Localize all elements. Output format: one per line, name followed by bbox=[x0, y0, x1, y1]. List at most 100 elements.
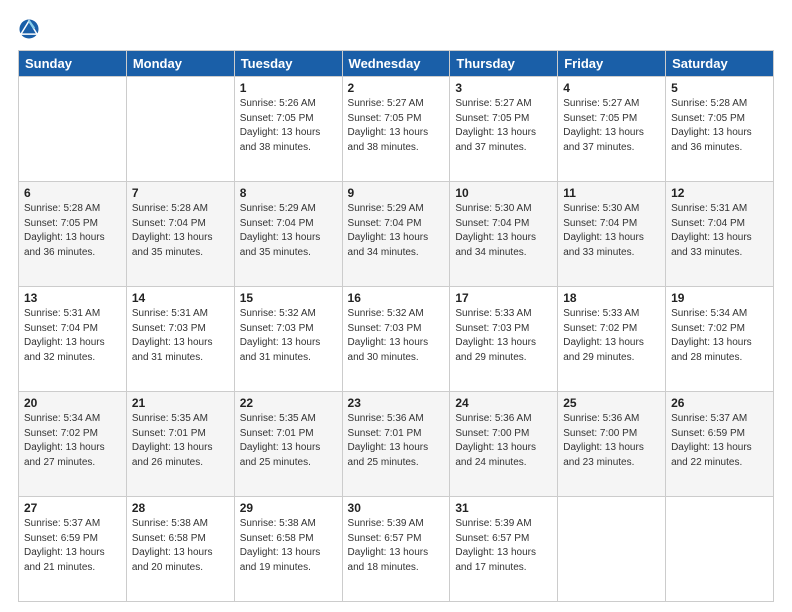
day-info: Sunrise: 5:35 AM Sunset: 7:01 PM Dayligh… bbox=[132, 412, 229, 470]
day-cell: 3Sunrise: 5:27 AM Sunset: 7:05 PM Daylig… bbox=[450, 77, 558, 182]
week-row-2: 6Sunrise: 5:28 AM Sunset: 7:05 PM Daylig… bbox=[19, 182, 774, 287]
header bbox=[18, 18, 774, 40]
day-cell: 24 Sunrise: 5:36 AM Sunset: 7:00 PM Dayli… bbox=[450, 392, 558, 497]
day-cell: 7 Sunrise: 5:28 AM Sunset: 7:04 PM Daylig… bbox=[126, 182, 234, 287]
day-info: Sunrise: 5:36 AM Sunset: 7:00 PM Dayligh… bbox=[455, 412, 552, 470]
day-number: 19 bbox=[671, 291, 768, 305]
day-cell: 18 Sunrise: 5:33 AM Sunset: 7:02 PM Dayli… bbox=[558, 287, 666, 392]
day-number: 7 bbox=[132, 186, 229, 200]
day-number: 25 bbox=[563, 396, 660, 410]
day-info: Sunrise: 5:36 AM Sunset: 7:01 PM Dayligh… bbox=[348, 412, 445, 470]
day-number: 23 bbox=[348, 396, 445, 410]
day-info: Sunrise: 5:36 AM Sunset: 7:00 PM Dayligh… bbox=[563, 412, 660, 470]
day-cell: 6Sunrise: 5:28 AM Sunset: 7:05 PM Daylig… bbox=[19, 182, 127, 287]
day-cell bbox=[666, 497, 774, 602]
day-info: Sunrise: 5:39 AM Sunset: 6:57 PM Dayligh… bbox=[455, 517, 552, 575]
day-cell: 14Sunrise: 5:31 AM Sunset: 7:03 PM Dayli… bbox=[126, 287, 234, 392]
day-cell: 9Sunrise: 5:29 AM Sunset: 7:04 PM Daylig… bbox=[342, 182, 450, 287]
day-cell bbox=[558, 497, 666, 602]
day-number: 1 bbox=[240, 81, 337, 95]
day-cell: 23 Sunrise: 5:36 AM Sunset: 7:01 PM Dayli… bbox=[342, 392, 450, 497]
day-number: 26 bbox=[671, 396, 768, 410]
week-row-1: 1 Sunrise: 5:26 AM Sunset: 7:05 PM Daylig… bbox=[19, 77, 774, 182]
day-info: Sunrise: 5:27 AM Sunset: 7:05 PM Dayligh… bbox=[348, 97, 445, 155]
day-cell: 8 Sunrise: 5:29 AM Sunset: 7:04 PM Daylig… bbox=[234, 182, 342, 287]
day-number: 29 bbox=[240, 501, 337, 515]
day-info: Sunrise: 5:33 AM Sunset: 7:03 PM Dayligh… bbox=[455, 307, 552, 365]
day-info: Sunrise: 5:30 AM Sunset: 7:04 PM Dayligh… bbox=[455, 202, 552, 260]
day-number: 13 bbox=[24, 291, 121, 305]
day-cell: 17 Sunrise: 5:33 AM Sunset: 7:03 PM Dayli… bbox=[450, 287, 558, 392]
logo-icon bbox=[18, 18, 40, 40]
day-info: Sunrise: 5:34 AM Sunset: 7:02 PM Dayligh… bbox=[24, 412, 121, 470]
day-number: 8 bbox=[240, 186, 337, 200]
day-number: 24 bbox=[455, 396, 552, 410]
header-row: SundayMondayTuesdayWednesdayThursdayFrid… bbox=[19, 51, 774, 77]
day-number: 28 bbox=[132, 501, 229, 515]
day-number: 6 bbox=[24, 186, 121, 200]
header-cell-friday: Friday bbox=[558, 51, 666, 77]
day-cell: 31 Sunrise: 5:39 AM Sunset: 6:57 PM Dayli… bbox=[450, 497, 558, 602]
day-cell: 2Sunrise: 5:27 AM Sunset: 7:05 PM Daylig… bbox=[342, 77, 450, 182]
day-cell: 1 Sunrise: 5:26 AM Sunset: 7:05 PM Daylig… bbox=[234, 77, 342, 182]
day-cell bbox=[126, 77, 234, 182]
day-number: 21 bbox=[132, 396, 229, 410]
day-cell bbox=[19, 77, 127, 182]
calendar: SundayMondayTuesdayWednesdayThursdayFrid… bbox=[18, 50, 774, 602]
day-cell: 26 Sunrise: 5:37 AM Sunset: 6:59 PM Dayli… bbox=[666, 392, 774, 497]
day-cell: 27 Sunrise: 5:37 AM Sunset: 6:59 PM Dayli… bbox=[19, 497, 127, 602]
day-number: 14 bbox=[132, 291, 229, 305]
day-info: Sunrise: 5:37 AM Sunset: 6:59 PM Dayligh… bbox=[24, 517, 121, 575]
header-cell-monday: Monday bbox=[126, 51, 234, 77]
day-info: Sunrise: 5:30 AM Sunset: 7:04 PM Dayligh… bbox=[563, 202, 660, 260]
day-cell: 20Sunrise: 5:34 AM Sunset: 7:02 PM Dayli… bbox=[19, 392, 127, 497]
day-info: Sunrise: 5:38 AM Sunset: 6:58 PM Dayligh… bbox=[132, 517, 229, 575]
day-cell: 21 Sunrise: 5:35 AM Sunset: 7:01 PM Dayli… bbox=[126, 392, 234, 497]
header-cell-sunday: Sunday bbox=[19, 51, 127, 77]
day-number: 15 bbox=[240, 291, 337, 305]
day-number: 27 bbox=[24, 501, 121, 515]
week-row-4: 20Sunrise: 5:34 AM Sunset: 7:02 PM Dayli… bbox=[19, 392, 774, 497]
day-number: 11 bbox=[563, 186, 660, 200]
day-info: Sunrise: 5:32 AM Sunset: 7:03 PM Dayligh… bbox=[348, 307, 445, 365]
day-cell: 28 Sunrise: 5:38 AM Sunset: 6:58 PM Dayli… bbox=[126, 497, 234, 602]
day-info: Sunrise: 5:31 AM Sunset: 7:04 PM Dayligh… bbox=[24, 307, 121, 365]
page: SundayMondayTuesdayWednesdayThursdayFrid… bbox=[0, 0, 792, 612]
day-number: 4 bbox=[563, 81, 660, 95]
day-number: 9 bbox=[348, 186, 445, 200]
day-number: 5 bbox=[671, 81, 768, 95]
header-cell-thursday: Thursday bbox=[450, 51, 558, 77]
day-number: 22 bbox=[240, 396, 337, 410]
day-cell: 15Sunrise: 5:32 AM Sunset: 7:03 PM Dayli… bbox=[234, 287, 342, 392]
day-info: Sunrise: 5:28 AM Sunset: 7:05 PM Dayligh… bbox=[671, 97, 768, 155]
day-cell: 12 Sunrise: 5:31 AM Sunset: 7:04 PM Dayli… bbox=[666, 182, 774, 287]
day-info: Sunrise: 5:31 AM Sunset: 7:04 PM Dayligh… bbox=[671, 202, 768, 260]
day-info: Sunrise: 5:33 AM Sunset: 7:02 PM Dayligh… bbox=[563, 307, 660, 365]
day-cell: 10 Sunrise: 5:30 AM Sunset: 7:04 PM Dayli… bbox=[450, 182, 558, 287]
header-cell-tuesday: Tuesday bbox=[234, 51, 342, 77]
header-cell-wednesday: Wednesday bbox=[342, 51, 450, 77]
day-number: 10 bbox=[455, 186, 552, 200]
day-info: Sunrise: 5:38 AM Sunset: 6:58 PM Dayligh… bbox=[240, 517, 337, 575]
day-info: Sunrise: 5:26 AM Sunset: 7:05 PM Dayligh… bbox=[240, 97, 337, 155]
day-info: Sunrise: 5:35 AM Sunset: 7:01 PM Dayligh… bbox=[240, 412, 337, 470]
day-cell: 22 Sunrise: 5:35 AM Sunset: 7:01 PM Dayli… bbox=[234, 392, 342, 497]
day-info: Sunrise: 5:29 AM Sunset: 7:04 PM Dayligh… bbox=[240, 202, 337, 260]
day-number: 12 bbox=[671, 186, 768, 200]
day-info: Sunrise: 5:39 AM Sunset: 6:57 PM Dayligh… bbox=[348, 517, 445, 575]
day-info: Sunrise: 5:28 AM Sunset: 7:04 PM Dayligh… bbox=[132, 202, 229, 260]
day-cell: 13 Sunrise: 5:31 AM Sunset: 7:04 PM Dayli… bbox=[19, 287, 127, 392]
week-row-3: 13 Sunrise: 5:31 AM Sunset: 7:04 PM Dayli… bbox=[19, 287, 774, 392]
day-info: Sunrise: 5:27 AM Sunset: 7:05 PM Dayligh… bbox=[563, 97, 660, 155]
day-cell: 4 Sunrise: 5:27 AM Sunset: 7:05 PM Daylig… bbox=[558, 77, 666, 182]
day-info: Sunrise: 5:37 AM Sunset: 6:59 PM Dayligh… bbox=[671, 412, 768, 470]
day-cell: 11 Sunrise: 5:30 AM Sunset: 7:04 PM Dayli… bbox=[558, 182, 666, 287]
header-cell-saturday: Saturday bbox=[666, 51, 774, 77]
day-cell: 25 Sunrise: 5:36 AM Sunset: 7:00 PM Dayli… bbox=[558, 392, 666, 497]
day-cell: 19Sunrise: 5:34 AM Sunset: 7:02 PM Dayli… bbox=[666, 287, 774, 392]
day-number: 17 bbox=[455, 291, 552, 305]
day-number: 31 bbox=[455, 501, 552, 515]
week-row-5: 27 Sunrise: 5:37 AM Sunset: 6:59 PM Dayli… bbox=[19, 497, 774, 602]
day-cell: 29 Sunrise: 5:38 AM Sunset: 6:58 PM Dayli… bbox=[234, 497, 342, 602]
day-number: 18 bbox=[563, 291, 660, 305]
